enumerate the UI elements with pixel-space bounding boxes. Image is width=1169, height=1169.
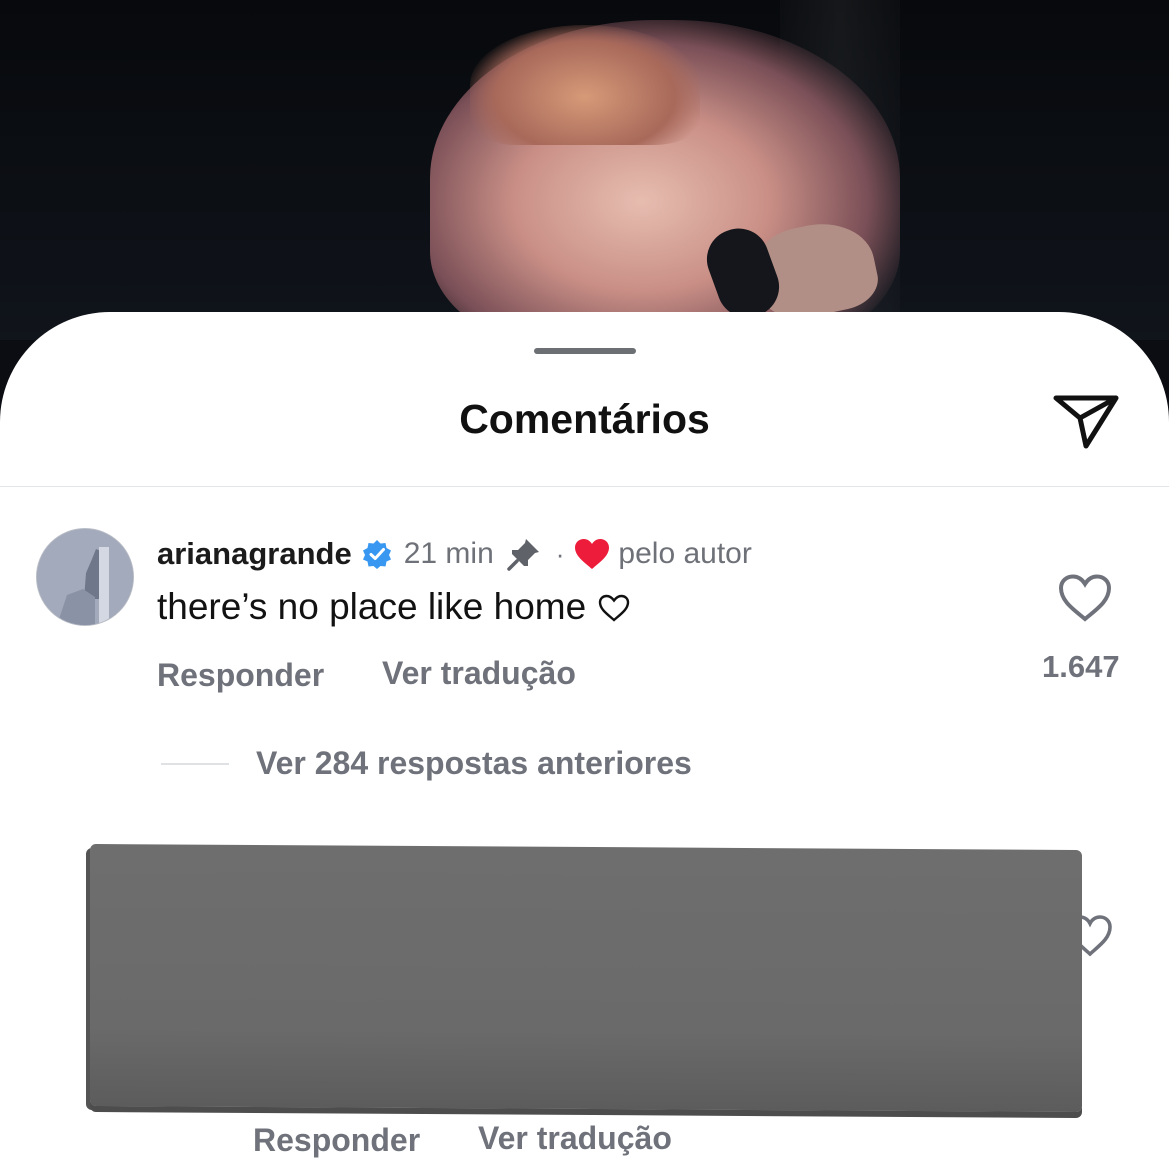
comment-meta: arianagrande 21 min · pelo autor <box>157 534 752 574</box>
send-icon[interactable] <box>1050 388 1122 452</box>
username[interactable]: arianagrande <box>157 536 352 572</box>
like-count: 1.647 <box>1042 649 1120 684</box>
see-translation-button[interactable]: Ver tradução <box>382 655 576 692</box>
verified-badge-icon <box>362 539 392 569</box>
reply-button[interactable]: Responder <box>157 657 324 694</box>
header-divider <box>0 486 1169 487</box>
comments-sheet: Comentários arianagrande 21 min · pelo a… <box>0 312 1169 1169</box>
reply-2-see-translation-button[interactable]: Ver tradução <box>478 1120 672 1157</box>
drag-handle[interactable] <box>534 348 636 354</box>
reply-2-button[interactable]: Responder <box>253 1122 420 1159</box>
comment-text: there’s no place like home <box>157 586 630 631</box>
comment-body: there’s no place like home <box>157 586 587 627</box>
avatar[interactable] <box>36 528 134 626</box>
redacted-reply-block <box>90 843 1082 1113</box>
background-photo <box>0 0 1169 340</box>
pin-icon <box>506 536 542 572</box>
sheet-title: Comentários <box>459 396 710 442</box>
replies-connector-line <box>161 763 229 765</box>
singer-hair <box>470 25 700 145</box>
separator-dot: · <box>555 538 565 569</box>
liked-by-author-heart-icon <box>574 538 610 570</box>
heart-outline-icon <box>598 589 630 631</box>
like-heart-icon[interactable] <box>1057 573 1113 623</box>
timestamp: 21 min <box>403 537 494 570</box>
liked-by-author-label: pelo autor <box>618 537 752 570</box>
view-previous-replies-button[interactable]: Ver 284 respostas anteriores <box>256 745 692 782</box>
